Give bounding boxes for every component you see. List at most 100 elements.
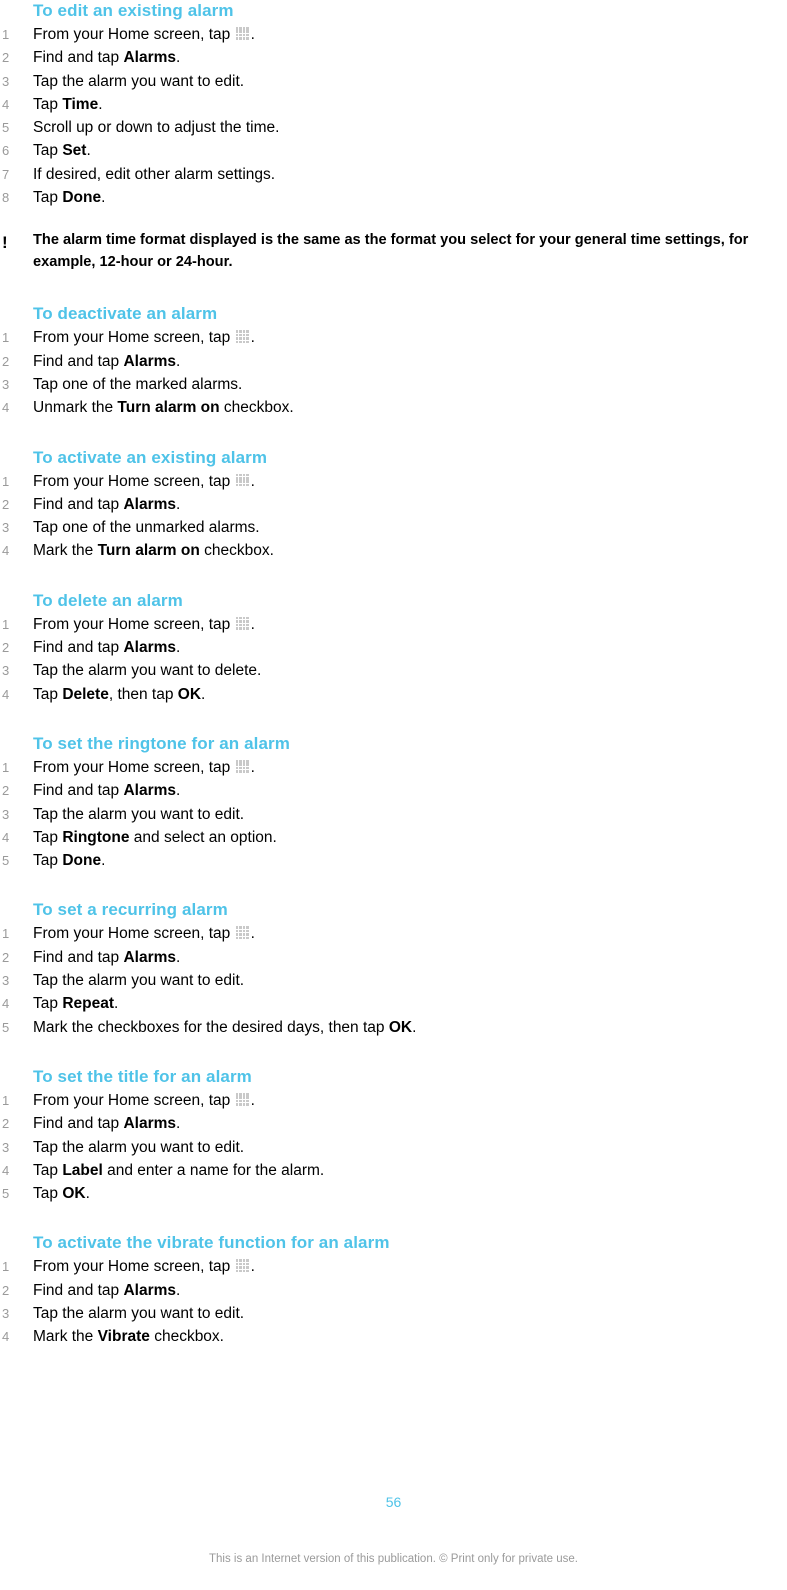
step-text: Find and tap Alarms.: [33, 352, 181, 370]
ui-term: Alarms: [123, 49, 177, 67]
procedure-step: 1 From your Home screen, tap .: [0, 470, 787, 493]
step-number: 2: [2, 50, 10, 66]
step-number: 2: [2, 1282, 10, 1298]
step-number: 4: [2, 996, 10, 1012]
step-number: 3: [2, 806, 10, 822]
step-text: Find and tap Alarms.: [33, 782, 181, 800]
step-number: 1: [2, 1259, 10, 1275]
ui-term: OK: [62, 1185, 86, 1203]
step-number: 3: [2, 663, 10, 679]
ui-term: Alarms: [123, 495, 177, 513]
procedure-step: 3 Tap the alarm you want to edit.: [0, 969, 787, 992]
procedure-step: 2 Find and tap Alarms.: [0, 946, 787, 969]
step-number: 3: [2, 1305, 10, 1321]
step-text: From your Home screen, tap .: [33, 615, 255, 633]
ui-term: Done: [62, 852, 102, 870]
procedure-step: 4 Tap Ringtone and select an option.: [0, 826, 787, 849]
ui-term: Done: [62, 189, 102, 207]
procedure-step: 3 Tap the alarm you want to delete.: [0, 659, 787, 682]
step-text: Tap the alarm you want to edit.: [33, 805, 245, 823]
ui-term: Turn alarm on: [97, 542, 200, 560]
step-number: 4: [2, 686, 10, 702]
procedure-step-list: 1 From your Home screen, tap . 2 Find and t…: [0, 1255, 787, 1348]
procedure-step: 2 Find and tap Alarms.: [0, 1279, 787, 1302]
step-text: Tap the alarm you want to edit.: [33, 72, 245, 90]
step-text: Find and tap Alarms.: [33, 1115, 181, 1133]
step-text: Find and tap Alarms.: [33, 1281, 181, 1299]
step-number: 4: [2, 96, 10, 112]
step-number: 2: [2, 496, 10, 512]
procedure-step: 5 Scroll up or down to adjust the time.: [0, 116, 787, 139]
ui-term: Vibrate: [97, 1328, 150, 1346]
procedure-step: 3 Tap the alarm you want to edit.: [0, 70, 787, 93]
procedure-step: 7 If desired, edit other alarm settings.: [0, 163, 787, 186]
step-number: 5: [2, 1186, 10, 1202]
procedure-step-list: 1 From your Home screen, tap . 2 Find and t…: [0, 326, 787, 419]
step-text: Tap Set.: [33, 142, 91, 160]
step-text: Tap Repeat.: [33, 995, 119, 1013]
section-heading: To activate the vibrate function for an …: [33, 1233, 390, 1253]
step-text: From your Home screen, tap .: [33, 758, 255, 776]
ui-term: Alarms: [123, 948, 177, 966]
step-text: Tap one of the marked alarms.: [33, 375, 243, 393]
procedure-step-list: 1 From your Home screen, tap . 2 Find and t…: [0, 613, 787, 706]
app-grid-icon: [235, 1092, 251, 1107]
step-text: Tap the alarm you want to delete.: [33, 662, 262, 680]
ui-term: Repeat: [62, 995, 114, 1013]
step-number: 1: [2, 330, 10, 346]
step-number: 4: [2, 400, 10, 416]
procedure-step-list: 1 From your Home screen, tap . 2 Find and t…: [0, 756, 787, 872]
step-number: 4: [2, 829, 10, 845]
ui-term: OK: [177, 685, 202, 703]
page-number: 56: [385, 1494, 402, 1510]
step-number: 1: [2, 473, 10, 489]
page-content: To edit an existing alarm 1 From your Home…: [0, 0, 787, 1349]
ui-term: Turn alarm on: [117, 399, 220, 417]
step-number: 2: [2, 640, 10, 656]
app-grid-icon: [235, 473, 251, 488]
section-heading: To set the title for an alarm: [33, 1066, 252, 1086]
procedure-step: 3 Tap the alarm you want to edit.: [0, 803, 787, 826]
ui-term: Set: [62, 142, 87, 160]
app-grid-icon: [235, 27, 251, 41]
step-text: Tap OK.: [33, 1185, 90, 1203]
procedure-step: 3 Tap the alarm you want to edit.: [0, 1302, 787, 1325]
step-number: 4: [2, 1329, 10, 1345]
procedure-step: 2 Find and tap Alarms.: [0, 779, 787, 802]
step-text: From your Home screen, tap .: [33, 329, 255, 347]
procedure-step: 1 From your Home screen, tap .: [0, 922, 787, 945]
procedure-step: 8 Tap Done.: [0, 186, 787, 209]
step-text: Tap one of the unmarked alarms.: [33, 519, 260, 537]
procedure-step: 4 Unmark the Turn alarm on checkbox.: [0, 396, 787, 419]
info-note: ! The alarm time format displayed is the …: [0, 230, 787, 273]
step-text: Tap Time.: [33, 95, 103, 113]
procedure-step: 5 Tap OK.: [0, 1182, 787, 1205]
step-text: From your Home screen, tap .: [33, 1091, 255, 1109]
ui-term: Ringtone: [62, 828, 130, 846]
procedure-step: 1 From your Home screen, tap .: [0, 326, 787, 349]
procedure-step: 1 From your Home screen, tap .: [0, 23, 787, 46]
step-text: Tap the alarm you want to edit.: [33, 1304, 245, 1322]
app-grid-icon: [235, 330, 251, 344]
section-heading: To set the ringtone for an alarm: [33, 733, 290, 753]
procedure-step-list: 1 From your Home screen, tap . 2 Find and t…: [0, 470, 787, 563]
step-number: 2: [2, 949, 10, 965]
step-number: 1: [2, 926, 10, 942]
procedure-step: 4 Tap Time.: [0, 93, 787, 116]
procedure-step-list: 1 From your Home screen, tap . 2 Find and t…: [0, 23, 787, 209]
step-text: Tap Done.: [33, 189, 106, 207]
info-note-text: The alarm time format displayed is the s…: [33, 232, 749, 270]
step-number: 1: [2, 27, 10, 42]
step-number: 3: [2, 520, 10, 536]
procedure-step: 3 Tap one of the unmarked alarms.: [0, 516, 787, 539]
ui-term: Alarms: [123, 639, 177, 657]
ui-term: Alarms: [123, 1281, 177, 1299]
procedure-step: 5 Tap Done.: [0, 849, 787, 872]
procedure-step: 1 From your Home screen, tap .: [0, 613, 787, 636]
procedure-step: 5 Mark the checkboxes for the desired day…: [0, 1016, 787, 1039]
